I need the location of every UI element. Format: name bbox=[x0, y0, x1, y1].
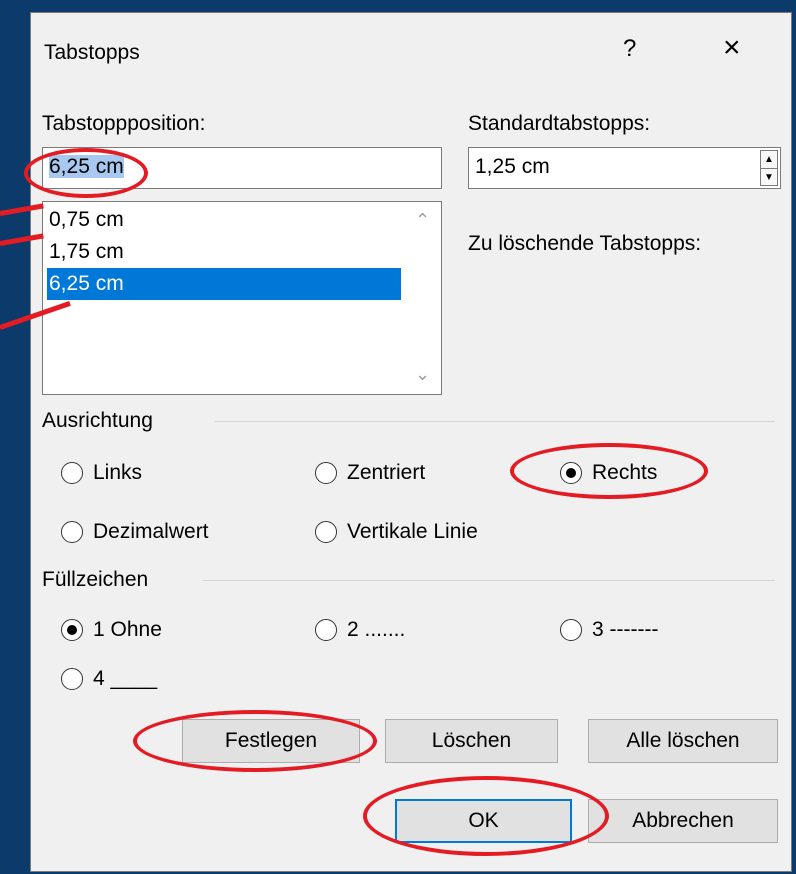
spin-buttons[interactable]: ▲ ▼ bbox=[760, 150, 778, 186]
radio-rechts[interactable]: Rechts bbox=[560, 461, 657, 485]
radio-leader-3[interactable]: 3 ------- bbox=[560, 618, 658, 642]
help-button[interactable]: ? bbox=[623, 35, 636, 63]
radio-dot bbox=[67, 625, 77, 635]
default-tabs-value: 1,25 cm bbox=[475, 155, 550, 178]
radio-label: Vertikale Linie bbox=[347, 520, 478, 543]
spin-up-icon[interactable]: ▲ bbox=[761, 151, 777, 168]
leader-divider bbox=[203, 580, 775, 581]
ok-button[interactable]: OK bbox=[395, 799, 572, 843]
radio-label: Rechts bbox=[592, 461, 658, 484]
cancel-button[interactable]: Abbrechen bbox=[588, 799, 778, 843]
tab-position-list[interactable]: 0,75 cm 1,75 cm 6,25 cm ⌃ ⌄ bbox=[42, 201, 442, 395]
radio-label: 1 Ohne bbox=[93, 618, 162, 641]
alignment-label: Ausrichtung bbox=[42, 409, 153, 432]
radio-dezimalwert[interactable]: Dezimalwert bbox=[61, 520, 209, 544]
tab-position-label: Tabstoppposition: bbox=[42, 112, 206, 135]
radio-label: Dezimalwert bbox=[93, 520, 209, 543]
radio-label: 4 ____ bbox=[93, 667, 158, 690]
radio-leader-2[interactable]: 2 ....... bbox=[315, 618, 405, 642]
radio-label: 2 ....... bbox=[347, 618, 406, 641]
dialog-title: Tabstopps bbox=[44, 41, 140, 64]
radio-button[interactable] bbox=[315, 521, 337, 543]
alignment-divider bbox=[215, 421, 775, 422]
radio-vertikale-linie[interactable]: Vertikale Linie bbox=[315, 520, 478, 544]
to-delete-label: Zu löschende Tabstopps: bbox=[468, 232, 702, 255]
radio-button[interactable] bbox=[315, 619, 337, 641]
radio-leader-1[interactable]: 1 Ohne bbox=[61, 618, 162, 642]
radio-links[interactable]: Links bbox=[61, 461, 142, 485]
list-item[interactable]: 0,75 cm bbox=[47, 204, 401, 236]
list-item-selected[interactable]: 6,25 cm bbox=[47, 268, 401, 300]
radio-button[interactable] bbox=[61, 462, 83, 484]
radio-button[interactable] bbox=[315, 462, 337, 484]
spin-down-icon[interactable]: ▼ bbox=[761, 168, 777, 186]
radio-leader-4[interactable]: 4 ____ bbox=[61, 667, 157, 691]
radio-label: Zentriert bbox=[347, 461, 426, 484]
tabs-dialog: Tabstopps ? × Tabstoppposition: 6,25 cm … bbox=[30, 12, 792, 872]
radio-button-selected[interactable] bbox=[560, 462, 582, 484]
radio-label: 3 ------- bbox=[592, 618, 659, 641]
clear-all-button[interactable]: Alle löschen bbox=[588, 719, 778, 763]
radio-button[interactable] bbox=[560, 619, 582, 641]
radio-button-selected[interactable] bbox=[61, 619, 83, 641]
clear-button[interactable]: Löschen bbox=[385, 719, 558, 763]
set-button[interactable]: Festlegen bbox=[182, 719, 360, 763]
radio-label: Links bbox=[93, 461, 143, 484]
scroll-up-icon[interactable]: ⌃ bbox=[415, 210, 430, 231]
default-tabs-label: Standardtabstopps: bbox=[468, 112, 651, 135]
radio-button[interactable] bbox=[61, 668, 83, 690]
radio-dot bbox=[566, 468, 576, 478]
list-item[interactable]: 1,75 cm bbox=[47, 236, 401, 268]
scroll-down-icon[interactable]: ⌄ bbox=[415, 364, 430, 385]
radio-zentriert[interactable]: Zentriert bbox=[315, 461, 425, 485]
default-tabs-input[interactable]: 1,25 cm ▲ ▼ bbox=[468, 147, 781, 189]
tab-position-input[interactable]: 6,25 cm bbox=[42, 147, 442, 189]
radio-button[interactable] bbox=[61, 521, 83, 543]
close-icon[interactable]: × bbox=[723, 31, 741, 65]
leader-label: Füllzeichen bbox=[42, 568, 149, 591]
tab-position-value: 6,25 cm bbox=[49, 155, 124, 178]
